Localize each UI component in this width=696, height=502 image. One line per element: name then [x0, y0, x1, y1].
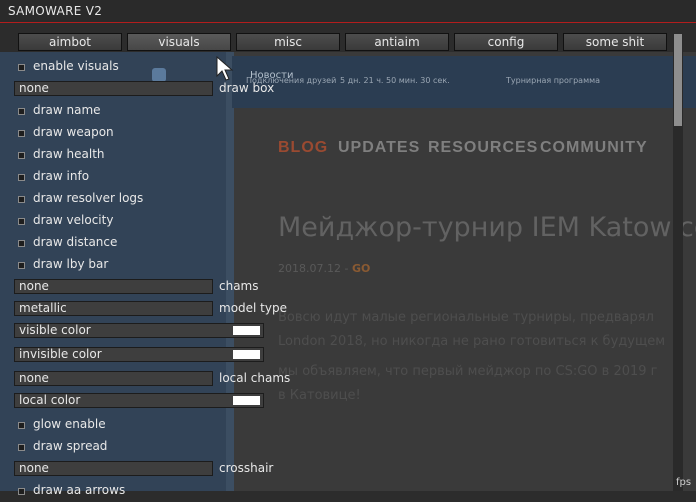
- enable-visuals-label: enable visuals: [33, 59, 119, 73]
- titlebar: SAMOWARE V2: [0, 0, 696, 23]
- tab-some-shit[interactable]: some shit: [563, 33, 667, 51]
- background-user-icon: [152, 68, 166, 82]
- draw-box-dropdown[interactable]: none: [14, 81, 213, 96]
- local-color-label: local color: [19, 393, 81, 407]
- draw-health-label: draw health: [33, 147, 105, 161]
- background-date-text: 2018.07.12 -: [278, 262, 349, 275]
- background-para-line-2: London 2018, но никогда не рано готовить…: [278, 334, 666, 349]
- draw-velocity-label: draw velocity: [33, 213, 114, 227]
- draw-weapon-checkbox[interactable]: [18, 130, 25, 137]
- tab-aimbot[interactable]: aimbot: [18, 33, 122, 51]
- invisible-color-label: invisible color: [19, 347, 102, 361]
- scrollbar-thumb[interactable]: [674, 34, 682, 126]
- invisible-color-swatch[interactable]: [233, 350, 260, 359]
- draw-name-label: draw name: [33, 103, 101, 117]
- model-type-label: model type: [219, 301, 287, 315]
- draw-spread-checkbox[interactable]: [18, 444, 25, 451]
- chams-dropdown[interactable]: none: [14, 279, 213, 294]
- draw-aa-arrows-checkbox[interactable]: [18, 488, 25, 495]
- draw-distance-label: draw distance: [33, 235, 118, 249]
- draw-aa-arrows-label: draw aa arrows: [33, 483, 126, 497]
- draw-health-checkbox[interactable]: [18, 152, 25, 159]
- chams-label: chams: [219, 279, 259, 293]
- tab-antiaim[interactable]: antiaim: [345, 33, 449, 51]
- draw-resolver-logs-checkbox[interactable]: [18, 196, 25, 203]
- background-para-line-3: мы объявляем, что первый мейджор по CS:G…: [278, 364, 658, 379]
- background-nav-updates: UPDATES: [338, 139, 421, 156]
- draw-weapon-label: draw weapon: [33, 125, 114, 139]
- glow-enable-label: glow enable: [33, 417, 106, 431]
- draw-box-label: draw box: [219, 81, 275, 95]
- draw-name-checkbox[interactable]: [18, 108, 25, 115]
- draw-info-checkbox[interactable]: [18, 174, 25, 181]
- draw-distance-checkbox[interactable]: [18, 240, 25, 247]
- background-nav-community: COMMUNITY: [540, 139, 648, 156]
- draw-info-label: draw info: [33, 169, 90, 183]
- tab-misc[interactable]: misc: [236, 33, 340, 51]
- glow-enable-checkbox[interactable]: [18, 422, 25, 429]
- background-nav-blog: BLOG: [278, 139, 329, 156]
- window-title: SAMOWARE V2: [8, 4, 103, 18]
- local-color-swatch[interactable]: [233, 396, 260, 405]
- draw-resolver-logs-label: draw resolver logs: [33, 191, 144, 205]
- background-headline: Мейджор-турнир IEM Katowice: [278, 212, 696, 243]
- local-chams-dropdown[interactable]: none: [14, 371, 213, 386]
- draw-lby-bar-label: draw lby bar: [33, 257, 109, 271]
- visible-color-label: visible color: [19, 323, 91, 337]
- background-divider: [226, 52, 234, 491]
- visible-color-picker[interactable]: visible color: [14, 323, 264, 338]
- local-chams-label: local chams: [219, 371, 291, 385]
- enable-visuals-checkbox[interactable]: [18, 64, 25, 71]
- background-para-line-4: в Катовице!: [278, 388, 361, 403]
- background-date: 2018.07.12 - GO: [278, 262, 370, 275]
- crosshair-label: crosshair: [219, 461, 274, 475]
- invisible-color-picker[interactable]: invisible color: [14, 347, 264, 362]
- background-nav-resources: RESOURCES: [428, 139, 539, 156]
- tab-visuals[interactable]: visuals: [127, 33, 231, 51]
- local-color-picker[interactable]: local color: [14, 393, 264, 408]
- tab-bar: aimbot visuals misc antiaim config some …: [0, 33, 696, 53]
- fps-label: fps: [676, 477, 692, 488]
- background-date-badge: GO: [351, 262, 371, 275]
- background-top-info-2: 5 дн. 21 ч. 50 мин. 30 сек.: [340, 76, 450, 85]
- background-top-info-3: Турнирная программа: [506, 76, 601, 85]
- background-para-line-1: Вовсю идут малые региональные турниры, п…: [278, 310, 654, 325]
- draw-spread-label: draw spread: [33, 439, 108, 453]
- draw-velocity-checkbox[interactable]: [18, 218, 25, 225]
- draw-lby-bar-checkbox[interactable]: [18, 262, 25, 269]
- crosshair-dropdown[interactable]: none: [14, 461, 213, 476]
- model-type-dropdown[interactable]: metallic: [14, 301, 213, 316]
- tab-config[interactable]: config: [454, 33, 558, 51]
- mouse-cursor-icon: [216, 56, 234, 81]
- visible-color-swatch[interactable]: [233, 326, 260, 335]
